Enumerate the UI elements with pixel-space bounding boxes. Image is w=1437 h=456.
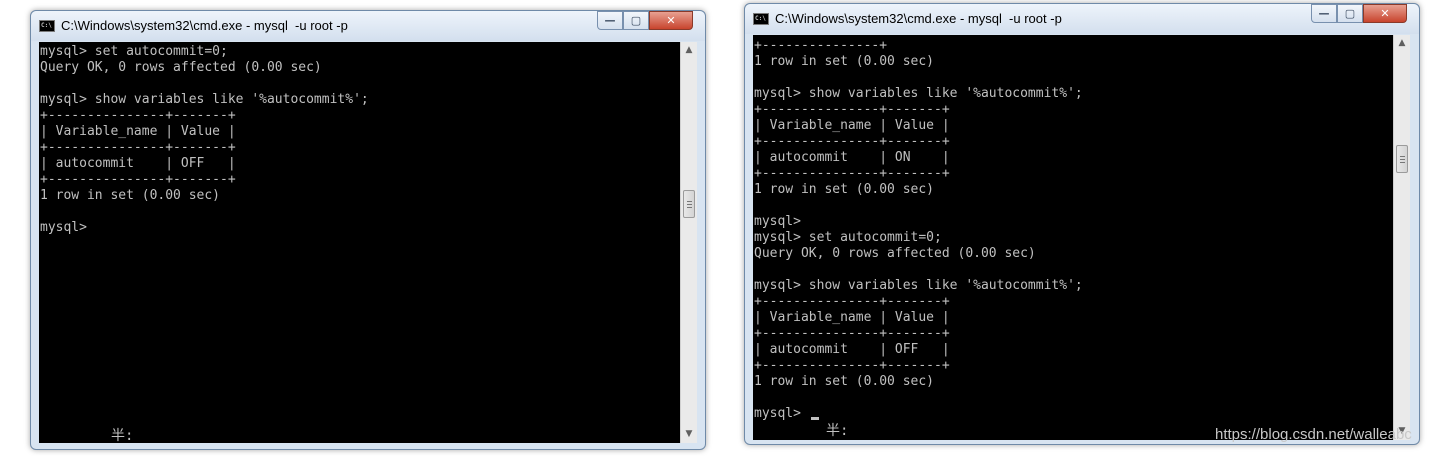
scroll-thumb[interactable] — [1396, 145, 1408, 173]
window-title: C:\Windows\system32\cmd.exe - mysql -u r… — [61, 18, 348, 33]
cmd-window-right: C:\ C:\Windows\system32\cmd.exe - mysql … — [744, 3, 1420, 445]
scroll-down-arrow-icon[interactable]: ▼ — [681, 426, 697, 443]
scroll-up-arrow-icon[interactable]: ▲ — [681, 42, 697, 59]
ime-indicator: 半: — [826, 423, 849, 439]
cmd-app-icon: C:\ — [39, 20, 55, 32]
vertical-scrollbar[interactable]: ▲ ▼ — [1393, 35, 1410, 440]
console-area[interactable]: mysql> set autocommit=0; Query OK, 0 row… — [39, 42, 680, 443]
close-button[interactable]: ✕ — [1363, 4, 1407, 23]
maximize-button[interactable]: ▢ — [623, 11, 649, 30]
title-bar[interactable]: C:\ C:\Windows\system32\cmd.exe - mysql … — [745, 4, 1419, 34]
console-output: mysql> set autocommit=0; Query OK, 0 row… — [40, 44, 369, 235]
ime-indicator: 半: — [111, 428, 134, 443]
scroll-up-arrow-icon[interactable]: ▲ — [1394, 35, 1410, 52]
window-title: C:\Windows\system32\cmd.exe - mysql -u r… — [775, 11, 1062, 26]
watermark-text: https://blog.csdn.net/walleabc — [1215, 426, 1412, 443]
vertical-scrollbar[interactable]: ▲ ▼ — [680, 42, 697, 443]
console-area[interactable]: +---------------+ 1 row in set (0.00 sec… — [753, 35, 1393, 440]
console-output: +---------------+ 1 row in set (0.00 sec… — [754, 38, 1083, 421]
title-bar[interactable]: C:\ C:\Windows\system32\cmd.exe - mysql … — [31, 11, 705, 41]
cmd-app-icon: C:\ — [753, 13, 769, 25]
scroll-thumb[interactable] — [683, 190, 695, 218]
maximize-button[interactable]: ▢ — [1337, 4, 1363, 23]
cmd-window-left: C:\ C:\Windows\system32\cmd.exe - mysql … — [30, 10, 706, 450]
close-button[interactable]: ✕ — [649, 11, 693, 30]
minimize-button[interactable]: — — [1311, 4, 1337, 23]
minimize-button[interactable]: — — [597, 11, 623, 30]
text-cursor — [811, 417, 819, 420]
